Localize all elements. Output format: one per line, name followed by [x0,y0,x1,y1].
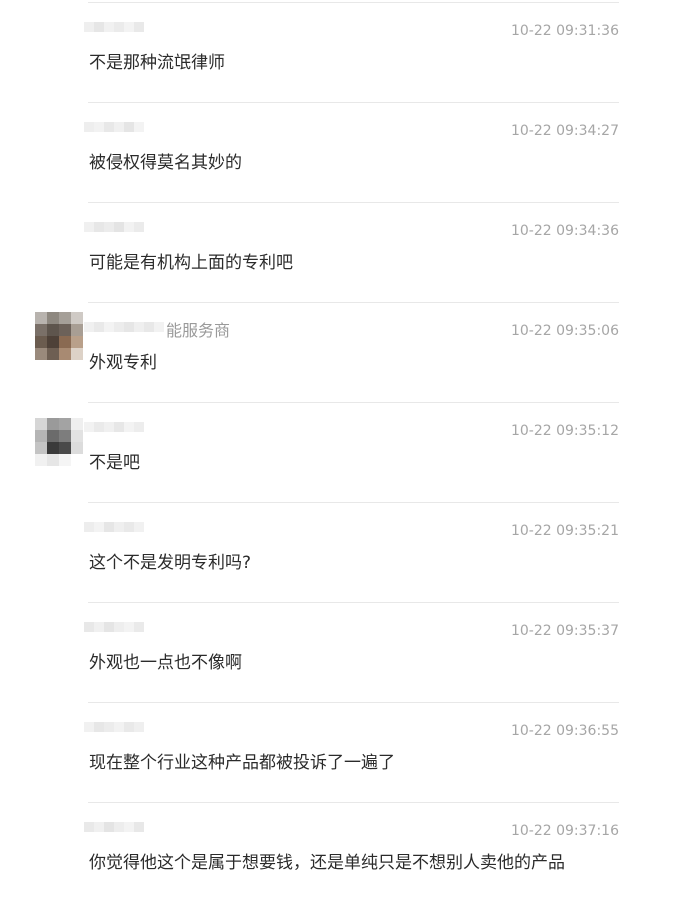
avatar[interactable] [35,418,83,466]
sender-name-redacted [84,420,146,442]
message-text: 现在整个行业这种产品都被投诉了一遍了 [89,753,395,773]
sender-name-redacted [84,520,146,542]
message-timestamp: 10-22 09:34:27 [510,123,619,139]
message-timestamp: 10-22 09:35:06 [510,323,619,339]
redaction-blur [84,221,144,242]
chat-message[interactable]: 能服务商 10-22 09:35:06 外观专利 [0,302,677,402]
chat-message[interactable]: 10-22 09:35:12 不是吧 [0,402,677,502]
message-timestamp: 10-22 09:31:36 [510,23,619,39]
redaction-blur [84,721,144,742]
message-text: 被侵权得莫名其妙的 [89,153,242,173]
message-timestamp: 10-22 09:35:37 [510,623,619,639]
chat-message[interactable]: 10-22 09:34:36 可能是有机构上面的专利吧 [0,202,677,302]
sender-name-text: 能服务商 [166,321,231,340]
chat-message[interactable]: 10-22 09:31:36 不是那种流氓律师 [0,2,677,102]
message-text: 外观也一点也不像啊 [89,653,242,673]
message-text: 这个不是发明专利吗? [89,553,252,573]
message-timestamp: 10-22 09:34:36 [510,223,619,239]
sender-name-redacted [84,620,146,642]
message-timestamp: 10-22 09:37:16 [510,823,619,839]
message-text: 外观专利 [89,353,157,373]
sender-name-redacted [84,720,146,742]
redaction-blur [84,521,144,542]
redaction-blur [84,421,144,442]
redaction-blur [84,621,144,642]
message-timestamp: 10-22 09:36:55 [510,723,619,739]
message-timestamp: 10-22 09:35:12 [510,423,619,439]
redaction-blur [84,121,144,142]
sender-name: 能服务商 [84,320,230,342]
message-timestamp: 10-22 09:35:21 [510,523,619,539]
message-text: 可能是有机构上面的专利吧 [89,253,293,273]
message-text: 你觉得他这个是属于想要钱，还是单纯只是不想别人卖他的产品 [89,853,565,873]
sender-name-redacted [84,220,146,242]
message-text: 不是吧 [89,453,140,473]
chat-message[interactable]: 10-22 09:35:21 这个不是发明专利吗? [0,502,677,602]
chat-message[interactable]: 10-22 09:34:27 被侵权得莫名其妙的 [0,102,677,202]
avatar[interactable] [35,312,83,360]
redaction-blur [84,821,144,842]
sender-name-redacted [84,820,146,842]
chat-message[interactable]: 10-22 09:35:37 外观也一点也不像啊 [0,602,677,702]
chat-message[interactable]: 10-22 09:37:16 你觉得他这个是属于想要钱，还是单纯只是不想别人卖他… [0,802,677,902]
sender-name-redacted [84,120,146,142]
message-text: 不是那种流氓律师 [89,53,225,73]
redaction-blur [84,321,164,342]
sender-name-redacted [84,20,146,42]
redaction-blur [84,21,144,42]
chat-message[interactable]: 10-22 09:36:55 现在整个行业这种产品都被投诉了一遍了 [0,702,677,802]
chat-message-list: 10-22 09:31:36 不是那种流氓律师 10-22 09:34:27 被… [0,0,677,901]
